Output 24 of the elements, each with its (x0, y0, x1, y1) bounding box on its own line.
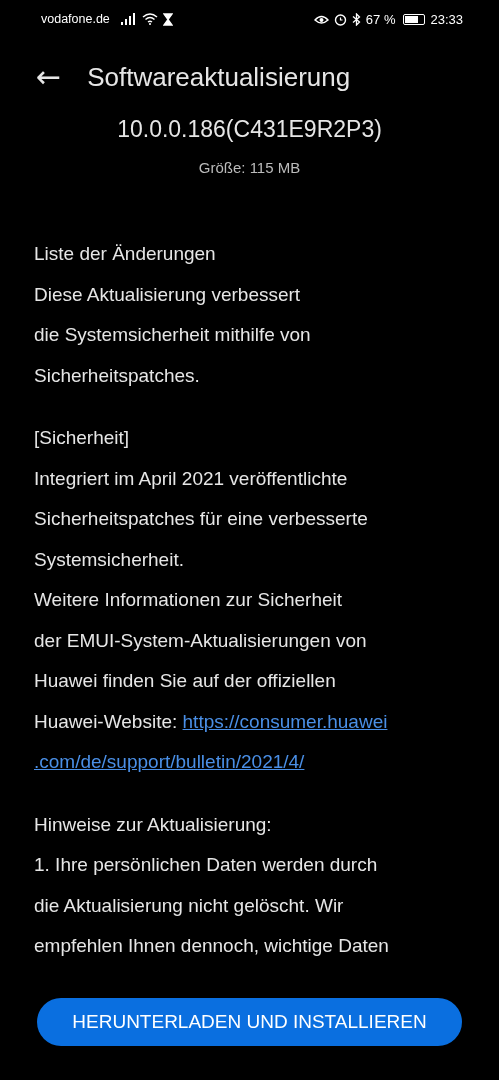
paragraph: Weitere Informationen zur Sicherheit der EMUI-System-Aktualisierungen von Huawei finden Sie auf der offiziellen Huawei-Website: https://consumer.huawei .com/de/support/bulletin/2021/4/ (34, 588, 388, 774)
clock-time: 23:33 (430, 11, 463, 27)
eye-icon (313, 13, 329, 25)
wifi-icon (141, 13, 158, 25)
download-size: Größe: 115 MB (197, 159, 302, 176)
section-heading: Hinweise zur Aktualisierung: (34, 812, 272, 837)
bulletin-link[interactable]: https://consumer.huawei (182, 710, 388, 732)
battery-percent: 67 % (365, 11, 396, 27)
carrier-name: vodafone.de (41, 12, 110, 26)
version-number: 10.0.0.186(C431E9R2P3) (116, 116, 383, 143)
paragraph: 1. Ihre persönlichen Daten werden durch die Aktualisierung nicht gelöscht. Wir empfehlen Ihnen dennoch, wichtige Daten (34, 853, 389, 958)
bulletin-link[interactable]: .com/de/support/bulletin/2021/4/ (34, 751, 305, 772)
paragraph: Diese Aktualisierung verbessert die Systemsicherheit mithilfe von Sicherheitspatches. (34, 282, 311, 388)
page-title: Softwareaktualisierung (87, 61, 351, 93)
download-install-button[interactable]: HERUNTERLADEN UND INSTALLIEREN (37, 998, 462, 1046)
section-heading: [Sicherheit] (34, 426, 130, 450)
bluetooth-icon (351, 12, 361, 26)
signal-icon (120, 13, 137, 25)
section-heading: Liste der Änderungen (34, 242, 216, 266)
hourglass-icon (162, 12, 173, 26)
alarm-icon (333, 12, 347, 26)
paragraph: Integriert im April 2021 veröffentlichte Sicherheitspatches für eine verbesserte Systemsicherheit. (34, 466, 368, 572)
battery-icon (403, 13, 426, 25)
back-button[interactable]: ← (30, 62, 68, 92)
